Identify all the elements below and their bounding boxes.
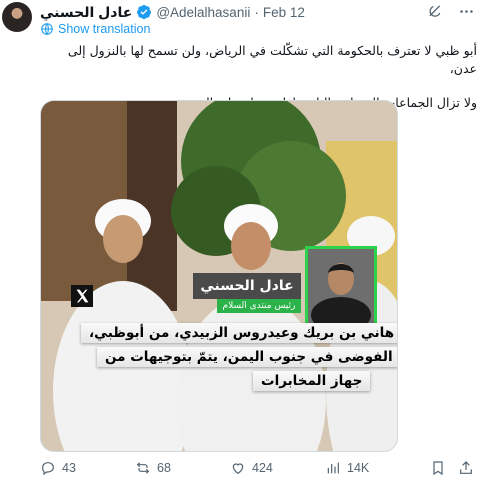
speaker-photo — [305, 246, 377, 326]
like-icon — [232, 463, 244, 475]
show-translation-link[interactable]: Show translation — [40, 22, 150, 36]
bookmark-icon — [433, 461, 443, 476]
tweet-date[interactable]: Feb 12 — [263, 5, 305, 20]
separator-dot: · — [254, 4, 259, 20]
like-button[interactable]: 424 — [230, 460, 273, 476]
x-logo-icon — [71, 285, 93, 307]
show-translation-label: Show translation — [58, 22, 151, 36]
share-icon — [460, 461, 472, 474]
tweet-header: عادل الحسني @Adelalhasanii · Feb 12 — [40, 3, 305, 21]
overlay-role: رئيس منتدى السلام — [217, 299, 301, 313]
views-button[interactable]: 14K — [325, 460, 369, 476]
bookmark-button[interactable] — [430, 460, 446, 476]
caption-line-2: على الفوضى في جنوب اليمن، يتمّ بتوجيهات … — [97, 347, 397, 367]
tweet-media[interactable]: عادل الحسني رئيس منتدى السلام تحريض هاني… — [40, 100, 398, 452]
reply-count: 43 — [62, 461, 76, 475]
reply-icon — [42, 462, 54, 476]
translate-icon — [41, 23, 53, 35]
avatar[interactable] — [2, 2, 32, 32]
share-button[interactable] — [458, 460, 474, 476]
repost-button[interactable]: 68 — [135, 460, 171, 476]
reply-button[interactable]: 43 — [40, 460, 76, 476]
grok-icon[interactable] — [427, 3, 444, 20]
caption-line-3: جهاز المخابرات — [253, 371, 371, 391]
tweet-line-1: أبو ظبي لا تعترف بالحكومة التي تشكّلت في… — [67, 43, 477, 76]
more-icon[interactable] — [458, 3, 475, 20]
verified-badge-icon — [137, 5, 152, 20]
overlay-name: عادل الحسني — [193, 273, 301, 299]
author-handle[interactable]: @Adelalhasanii — [156, 5, 250, 20]
repost-icon — [136, 462, 150, 474]
like-count: 424 — [252, 461, 273, 475]
author-name[interactable]: عادل الحسني — [40, 4, 132, 21]
views-icon — [327, 462, 339, 474]
repost-count: 68 — [157, 461, 171, 475]
views-count: 14K — [347, 461, 370, 475]
header-actions — [427, 3, 475, 20]
tweet-actions: 43 68 424 14K — [40, 459, 477, 477]
caption-line-1: تحريض هاني بن بريك وعيدروس الزبيدي، من أ… — [81, 323, 397, 343]
